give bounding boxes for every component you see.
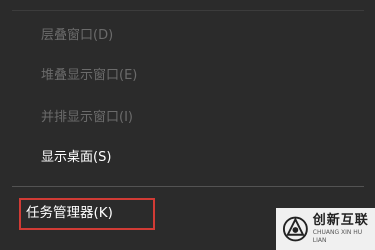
menu-item-show-desktop[interactable]: 显示桌面(S) xyxy=(41,146,111,170)
menu-item-stack-windows[interactable]: 堆叠显示窗口(E) xyxy=(41,64,137,88)
menu-item-cascade-windows[interactable]: 层叠窗口(D) xyxy=(41,24,113,48)
watermark-brand-name: 创新互联 xyxy=(312,213,369,228)
watermark-brand-subtitle: CHUANG XIN HU LIAN xyxy=(312,229,363,244)
menu-separator xyxy=(12,186,364,187)
menu-item-task-manager[interactable]: 任务管理器(K) xyxy=(26,201,113,225)
menu-item-side-by-side-windows[interactable]: 并排显示窗口(I) xyxy=(41,106,133,130)
menu-top-divider xyxy=(12,10,364,11)
brand-logo-icon xyxy=(282,216,308,242)
watermark-logo: 创新互联 CHUANG XIN HU LIAN xyxy=(276,208,375,250)
